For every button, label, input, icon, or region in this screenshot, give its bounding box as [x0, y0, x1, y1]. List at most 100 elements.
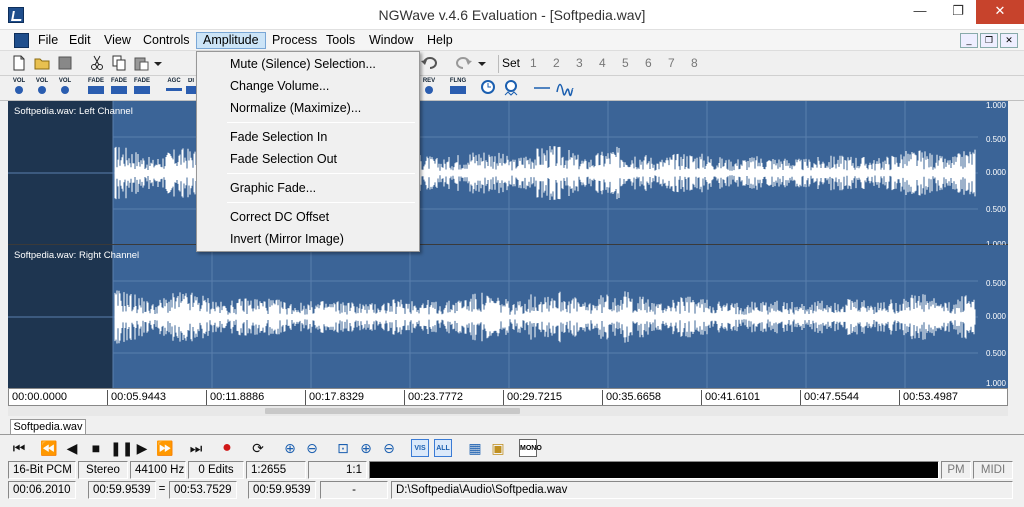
- skip-start-icon[interactable]: ⏮: [10, 439, 28, 457]
- set-8-button[interactable]: 8: [691, 56, 698, 70]
- volume-up-button[interactable]: VOL: [55, 78, 75, 99]
- distortion-button[interactable]: DI: [186, 78, 196, 99]
- timer-icon[interactable]: [480, 79, 498, 97]
- menu-item-normalize[interactable]: Normalize (Maximize)...: [199, 97, 417, 119]
- new-file-icon[interactable]: [10, 54, 28, 72]
- volume-down-button[interactable]: VOL: [9, 78, 29, 99]
- undo-icon[interactable]: [420, 54, 438, 72]
- play-reverse-icon[interactable]: ◀: [63, 439, 81, 457]
- fade-in-button[interactable]: FADE: [86, 78, 106, 99]
- set-5-button[interactable]: 5: [622, 56, 629, 70]
- mdi-restore-button[interactable]: ❐: [980, 33, 998, 48]
- status-bar-bottom: 00:06.2010 00:59.9539 = 00:53.7529 00:59…: [0, 481, 1024, 500]
- scale-label: 0.500: [985, 135, 1006, 144]
- document-tab[interactable]: Softpedia.wav: [10, 419, 86, 435]
- pause-icon[interactable]: ❚❚: [110, 439, 133, 457]
- line-icon[interactable]: [533, 79, 551, 97]
- set-3-button[interactable]: 3: [576, 56, 583, 70]
- settings-icon[interactable]: ▦: [466, 439, 484, 457]
- vis-icon[interactable]: VIS: [411, 439, 429, 457]
- paste-icon[interactable]: [132, 54, 150, 72]
- menu-separator: [227, 202, 415, 203]
- agc-button[interactable]: AGC: [164, 78, 184, 99]
- tempo-icon[interactable]: [503, 79, 521, 97]
- zoom-selection-icon[interactable]: ⊡: [334, 439, 352, 457]
- status-edits: 0 Edits: [188, 461, 244, 479]
- main-toolbar: Set 1 2 3 4 5 6 7 8: [0, 51, 1024, 76]
- scale-label: 0.500: [985, 279, 1006, 288]
- set-1-button[interactable]: 1: [530, 56, 537, 70]
- scale-label: 0.500: [985, 349, 1006, 358]
- set-7-button[interactable]: 7: [668, 56, 675, 70]
- mono-icon[interactable]: MONO: [519, 439, 542, 457]
- zoom-out-icon[interactable]: ⊖: [303, 439, 321, 457]
- fast-forward-icon[interactable]: ⏩: [156, 439, 174, 457]
- wave-shape-icon[interactable]: [556, 79, 574, 97]
- document-icon[interactable]: [14, 33, 29, 48]
- copy-icon[interactable]: [110, 54, 128, 72]
- save-file-icon[interactable]: [56, 54, 74, 72]
- right-channel[interactable]: Softpedia.wav: Right Channel: [8, 245, 978, 388]
- menu-item-graphic-fade[interactable]: Graphic Fade...: [199, 177, 417, 199]
- zoom-out-vertical-icon[interactable]: ⊖: [380, 439, 398, 457]
- menu-window[interactable]: Window: [363, 32, 419, 49]
- scrollbar-thumb[interactable]: [265, 408, 520, 414]
- menu-controls[interactable]: Controls: [137, 32, 196, 49]
- menu-separator: [227, 173, 415, 174]
- reverb-button[interactable]: REV: [419, 78, 439, 99]
- menu-item-fade-in[interactable]: Fade Selection In: [199, 126, 417, 148]
- fade-out-button[interactable]: FADE: [109, 78, 129, 99]
- menu-file[interactable]: File: [32, 32, 64, 49]
- mdi-close-button[interactable]: ✕: [1000, 33, 1018, 48]
- status-format: 16-Bit PCM: [8, 461, 76, 479]
- status-selection-length: 00:53.7529: [169, 481, 237, 499]
- zoom-in-vertical-icon[interactable]: ⊕: [357, 439, 375, 457]
- status-total-length: 00:59.9539: [248, 481, 316, 499]
- set-2-button[interactable]: 2: [553, 56, 560, 70]
- menu-item-invert[interactable]: Invert (Mirror Image): [199, 228, 417, 250]
- menu-help[interactable]: Help: [421, 32, 459, 49]
- open-file-icon[interactable]: [33, 54, 51, 72]
- status-ratio: 1:1: [308, 461, 367, 479]
- timeline-tick: 00:41.6101: [701, 390, 760, 405]
- left-channel[interactable]: Softpedia.wav: Left Channel: [8, 101, 978, 244]
- redo-icon[interactable]: [455, 54, 473, 72]
- maximize-button[interactable]: ❐: [938, 0, 978, 24]
- menu-item-correct-dc-offset[interactable]: Correct DC Offset: [199, 206, 417, 228]
- minimize-button[interactable]: —: [900, 0, 940, 24]
- loop-icon[interactable]: ⟳: [249, 439, 267, 457]
- menu-item-change-volume[interactable]: Change Volume...: [199, 75, 417, 97]
- skip-end-icon[interactable]: ⏭: [187, 439, 205, 457]
- all-icon[interactable]: ALL: [434, 439, 452, 457]
- timeline-ruler[interactable]: 00:00.0000 00:05.9443 00:11.8886 00:17.8…: [8, 388, 1008, 406]
- export-icon[interactable]: ▣: [489, 439, 507, 457]
- status-pm: PM: [941, 461, 971, 479]
- menu-item-mute-selection[interactable]: Mute (Silence) Selection...: [199, 53, 417, 75]
- right-channel-label: Softpedia.wav: Right Channel: [14, 250, 140, 261]
- horizontal-scrollbar[interactable]: [8, 406, 1008, 416]
- redo-dropdown-icon[interactable]: [476, 54, 488, 72]
- flanger-button[interactable]: FLNG: [448, 78, 468, 99]
- menu-process[interactable]: Process: [266, 32, 323, 49]
- menu-view[interactable]: View: [98, 32, 137, 49]
- timeline-tick: 00:23.7772: [404, 390, 463, 405]
- record-icon[interactable]: ●: [218, 439, 236, 457]
- mdi-minimize-button[interactable]: _: [960, 33, 978, 48]
- menu-bar: File Edit View Controls Amplitude Proces…: [0, 30, 1024, 51]
- menu-edit[interactable]: Edit: [63, 32, 97, 49]
- zoom-in-icon[interactable]: ⊕: [281, 439, 299, 457]
- play-icon[interactable]: ▶: [133, 439, 151, 457]
- rewind-icon[interactable]: ⏪: [40, 439, 58, 457]
- menu-amplitude[interactable]: Amplitude: [196, 32, 266, 49]
- paste-dropdown-icon[interactable]: [152, 54, 164, 72]
- set-6-button[interactable]: 6: [645, 56, 652, 70]
- set-4-button[interactable]: 4: [599, 56, 606, 70]
- menu-item-fade-out[interactable]: Fade Selection Out: [199, 148, 417, 170]
- waveform-view[interactable]: Softpedia.wav: Left Channel 1.000 0.500 …: [8, 101, 1008, 388]
- cut-icon[interactable]: [88, 54, 106, 72]
- close-button[interactable]: ✕: [976, 0, 1024, 24]
- volume-mid-button[interactable]: VOL: [32, 78, 52, 99]
- fade-graphic-button[interactable]: FADE: [132, 78, 152, 99]
- stop-icon[interactable]: ■: [87, 439, 105, 457]
- menu-tools[interactable]: Tools: [320, 32, 361, 49]
